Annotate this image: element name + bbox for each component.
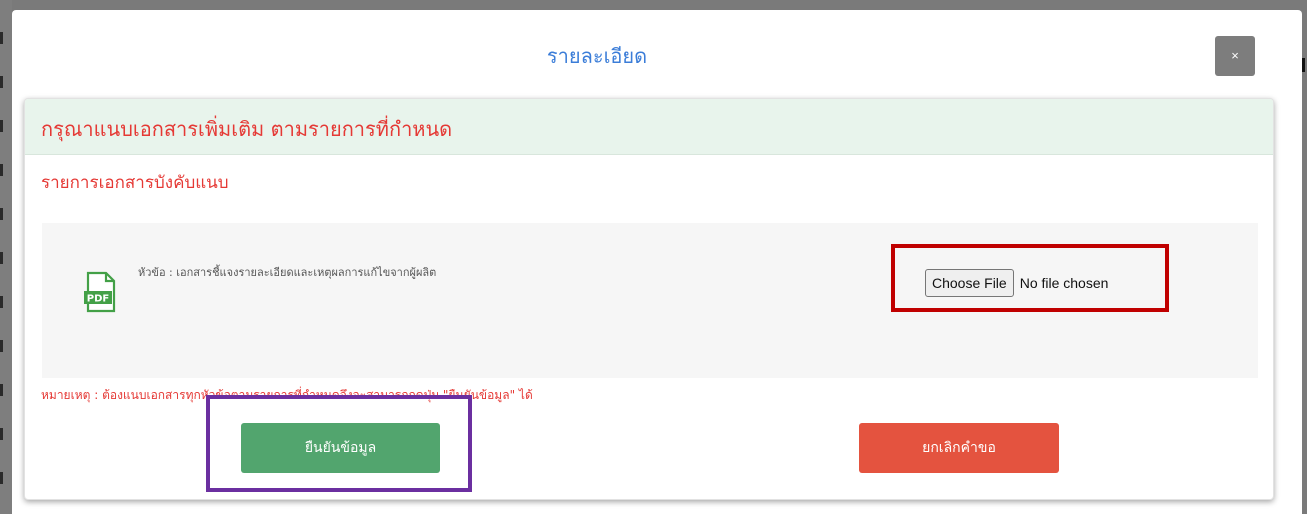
backdrop-glyph	[0, 384, 3, 396]
backdrop-glyph	[0, 340, 3, 352]
backdrop-glyph	[0, 252, 3, 264]
details-modal: รายละเอียด × กรุณาแนบเอกสารเพิ่มเติม ตาม…	[12, 10, 1302, 514]
document-label: หัวข้อ : เอกสารชี้แจงรายละเอียดและเหตุผล…	[138, 266, 437, 279]
backdrop-glyph	[0, 208, 3, 220]
backdrop-glyph	[0, 472, 3, 484]
svg-text:PDF: PDF	[87, 294, 109, 305]
modal-title: รายละเอียด	[546, 44, 648, 68]
file-status: No file chosen	[1019, 275, 1109, 291]
backdrop-glyph	[0, 428, 3, 440]
choose-file-button[interactable]: Choose File	[925, 269, 1014, 297]
panel-header: กรุณาแนบเอกสารเพิ่มเติม ตามรายการที่กำหน…	[25, 99, 1273, 155]
backdrop-glyph	[0, 296, 3, 308]
backdrop-glyph	[0, 76, 3, 88]
backdrop-glyph	[0, 164, 3, 176]
file-input[interactable]: Choose File No file chosen	[925, 269, 1108, 297]
close-button[interactable]: ×	[1215, 36, 1255, 76]
document-row: PDF หัวข้อ : เอกสารชี้แจงรายละเอียดและเห…	[42, 223, 1258, 378]
attachment-panel: กรุณาแนบเอกสารเพิ่มเติม ตามรายการที่กำหน…	[24, 98, 1274, 500]
backdrop-glyph	[0, 120, 3, 132]
backdrop-glyph	[0, 32, 3, 44]
confirm-button-highlight	[206, 395, 472, 492]
pdf-icon: PDF	[84, 271, 116, 313]
required-docs-title: รายการเอกสารบังคับแนบ	[41, 173, 229, 193]
cancel-request-button[interactable]: ยกเลิกคำขอ	[859, 423, 1059, 473]
